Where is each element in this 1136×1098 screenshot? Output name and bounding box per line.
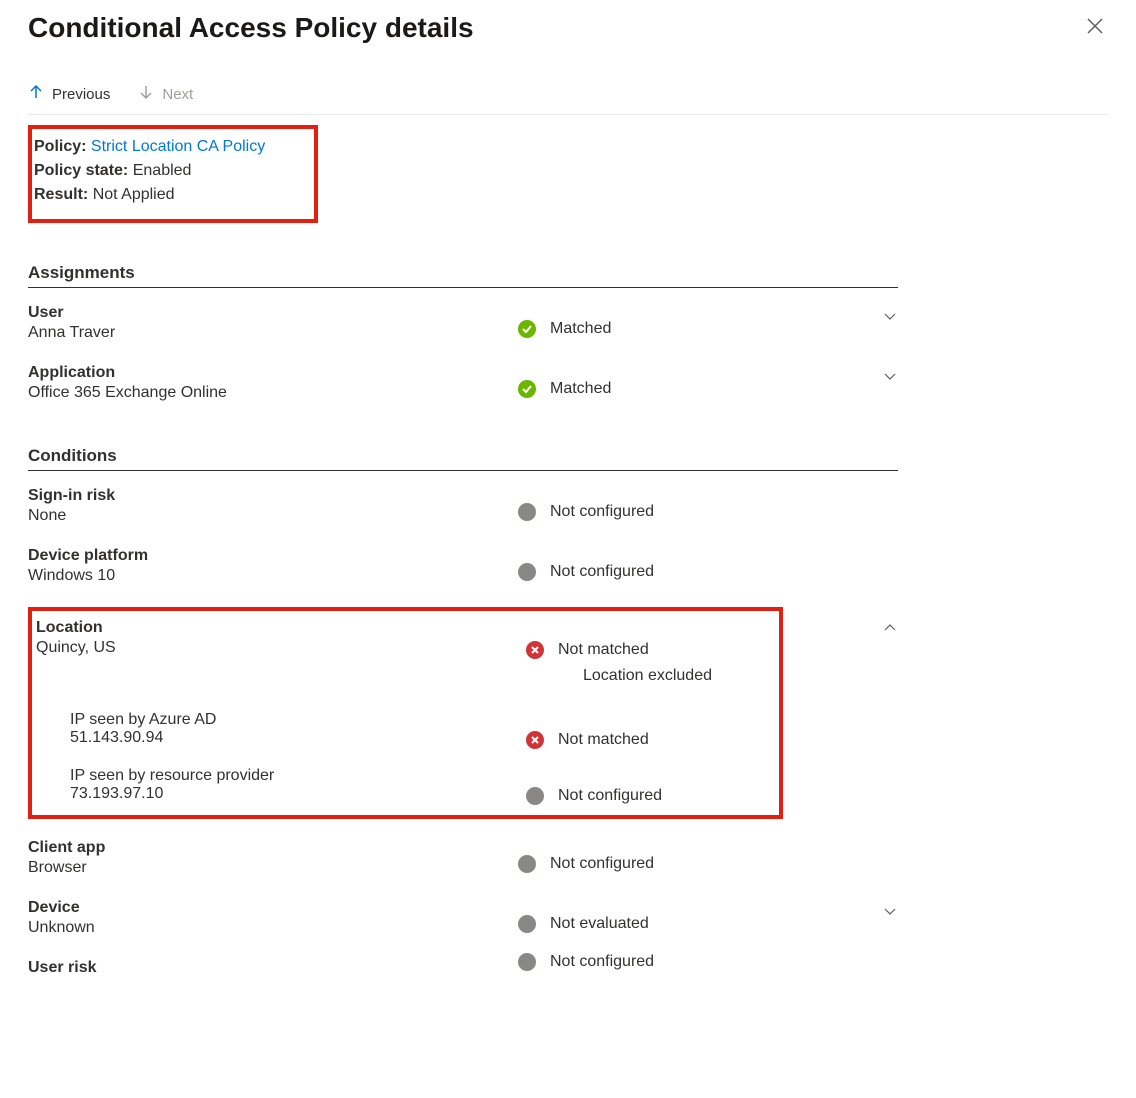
assignments-header: Assignments <box>28 263 898 288</box>
gray-dot-icon <box>518 953 536 971</box>
ip-resource-label: IP seen by resource provider <box>70 767 773 785</box>
ip-azure-status: Not matched <box>558 731 649 749</box>
ip-resource-status: Not configured <box>558 787 662 805</box>
client-app-label: Client app <box>28 839 898 857</box>
application-value: Office 365 Exchange Online <box>28 384 898 402</box>
policy-state-value: Enabled <box>133 162 192 179</box>
gray-dot-icon <box>518 915 536 933</box>
device-platform-status: Not configured <box>550 563 654 581</box>
location-value: Quincy, US <box>36 639 773 657</box>
signin-risk-value: None <box>28 507 898 525</box>
arrow-down-icon <box>138 84 154 104</box>
check-icon <box>518 380 536 398</box>
policy-label: Policy: <box>34 138 86 155</box>
signin-risk-label: Sign-in risk <box>28 487 898 505</box>
application-status: Matched <box>550 380 611 398</box>
gray-dot-icon <box>518 563 536 581</box>
policy-result-value: Not Applied <box>93 186 175 203</box>
device-status: Not evaluated <box>550 915 649 933</box>
device-value: Unknown <box>28 919 898 937</box>
user-risk-status: Not configured <box>550 953 654 971</box>
next-label: Next <box>162 86 193 103</box>
cross-icon <box>526 731 544 749</box>
next-button: Next <box>138 84 193 104</box>
chevron-up-icon[interactable] <box>882 619 898 640</box>
gray-dot-icon <box>518 855 536 873</box>
device-platform-label: Device platform <box>28 547 898 565</box>
client-app-value: Browser <box>28 859 898 877</box>
client-app-status: Not configured <box>550 855 654 873</box>
conditions-header: Conditions <box>28 446 898 471</box>
user-status: Matched <box>550 320 611 338</box>
policy-result-label: Result: <box>34 186 88 203</box>
ip-azure-value: 51.143.90.94 <box>70 729 773 747</box>
cross-icon <box>526 641 544 659</box>
policy-summary-box: Policy: Strict Location CA Policy Policy… <box>28 125 318 223</box>
device-platform-value: Windows 10 <box>28 567 898 585</box>
device-label: Device <box>28 899 898 917</box>
chevron-down-icon[interactable] <box>882 903 898 924</box>
location-note: Location excluded <box>583 667 712 685</box>
previous-label: Previous <box>52 86 110 103</box>
chevron-down-icon[interactable] <box>882 308 898 329</box>
arrow-up-icon <box>28 84 44 104</box>
application-label: Application <box>28 364 898 382</box>
user-risk-label: User risk <box>28 959 898 977</box>
ip-azure-label: IP seen by Azure AD <box>70 711 773 729</box>
location-status: Not matched <box>558 641 649 659</box>
policy-state-label: Policy state: <box>34 162 128 179</box>
signin-risk-status: Not configured <box>550 503 654 521</box>
close-icon[interactable] <box>1082 13 1108 44</box>
user-label: User <box>28 304 898 322</box>
gray-dot-icon <box>518 503 536 521</box>
check-icon <box>518 320 536 338</box>
location-box: Location Quincy, US Not matched Location… <box>28 607 783 819</box>
previous-button[interactable]: Previous <box>28 84 110 104</box>
ip-resource-value: 73.193.97.10 <box>70 785 773 803</box>
user-value: Anna Traver <box>28 324 898 342</box>
gray-dot-icon <box>526 787 544 805</box>
location-label: Location <box>36 619 773 637</box>
page-title: Conditional Access Policy details <box>28 12 474 44</box>
policy-link[interactable]: Strict Location CA Policy <box>91 138 265 155</box>
chevron-down-icon[interactable] <box>882 368 898 389</box>
